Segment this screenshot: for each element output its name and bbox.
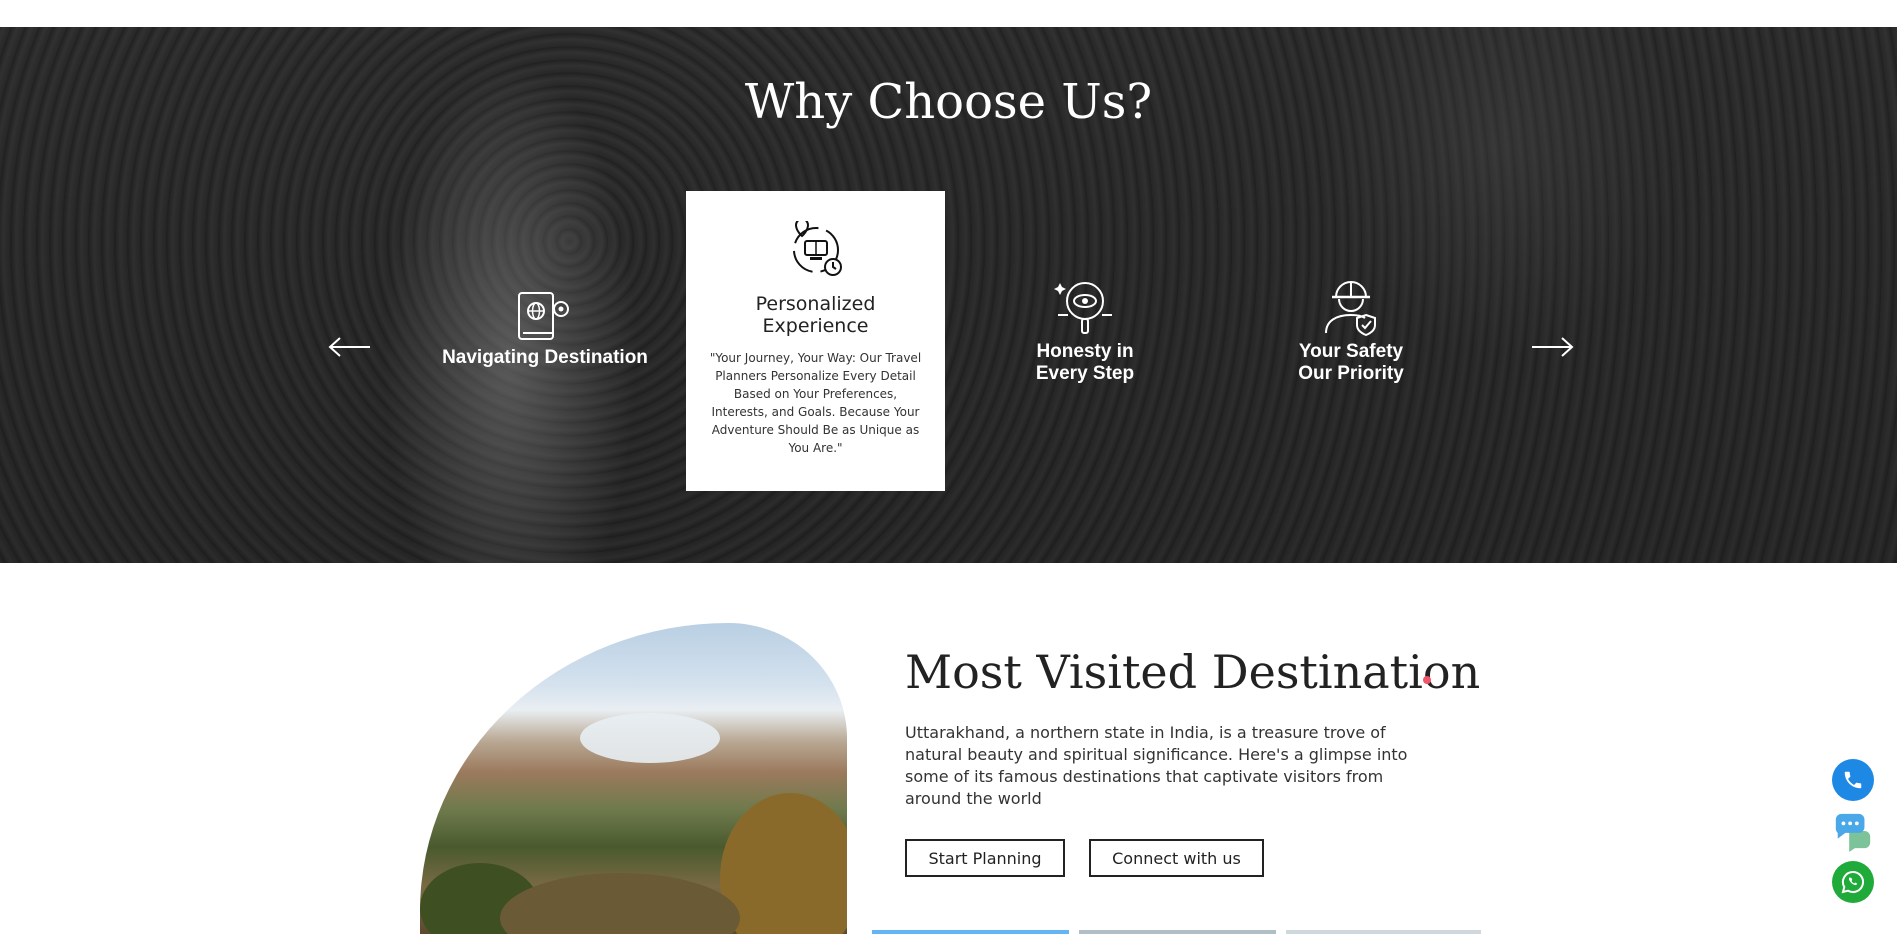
connect-button[interactable]: Connect with us — [1089, 839, 1264, 877]
chat-icon — [1835, 813, 1871, 852]
whatsapp-button[interactable] — [1832, 861, 1874, 903]
arrow-right-icon — [1532, 337, 1574, 357]
book-globe-gear-icon — [518, 292, 569, 340]
phone-button[interactable] — [1832, 759, 1874, 801]
accent-dot — [1423, 676, 1431, 684]
feature-label-line2: Every Step — [1035, 363, 1135, 384]
carousel-tab-2[interactable] — [1079, 930, 1276, 934]
section-title: Why Choose Us? — [744, 74, 1153, 130]
destination-title: Most Visited Destination — [905, 645, 1481, 699]
whatsapp-icon — [1841, 870, 1865, 894]
destination-description: Uttarakhand, a northern state in India, … — [905, 723, 1408, 808]
feature-label: Navigating Destination — [442, 347, 648, 368]
carousel-prev-button[interactable] — [328, 332, 372, 362]
feature-card-title: Personalized Experience — [755, 293, 876, 337]
feature-label-line1: Your Safety — [1298, 341, 1404, 362]
feature-label-line1: Honesty in — [1036, 341, 1134, 362]
destination-image — [420, 623, 847, 934]
arrow-left-icon — [328, 337, 370, 357]
feature-navigating-destination[interactable]: Navigating Destination — [440, 289, 650, 369]
feature-honesty[interactable]: Honesty in Every Step — [1010, 275, 1160, 385]
carousel-tab-3[interactable] — [1286, 930, 1481, 934]
carousel-tab-1[interactable] — [872, 930, 1069, 934]
eye-magnifier-icon — [1054, 282, 1112, 334]
feature-safety[interactable]: Your Safety Our Priority — [1276, 275, 1426, 385]
why-choose-us-section: Why Choose Us? Navigating Destination Pe… — [0, 27, 1897, 563]
feature-card-description: "Your Journey, Your Way: Our Travel Plan… — [709, 351, 922, 455]
chat-button[interactable] — [1832, 810, 1874, 852]
phone-icon — [1844, 771, 1862, 789]
safety-helmet-shield-icon — [1325, 281, 1376, 337]
feature-label-line2: Our Priority — [1298, 363, 1404, 384]
travel-planner-icon — [792, 218, 842, 276]
start-planning-button[interactable]: Start Planning — [905, 839, 1065, 877]
feature-card-personalized-experience[interactable]: Personalized Experience "Your Journey, Y… — [686, 191, 945, 491]
carousel-next-button[interactable] — [1530, 332, 1574, 362]
